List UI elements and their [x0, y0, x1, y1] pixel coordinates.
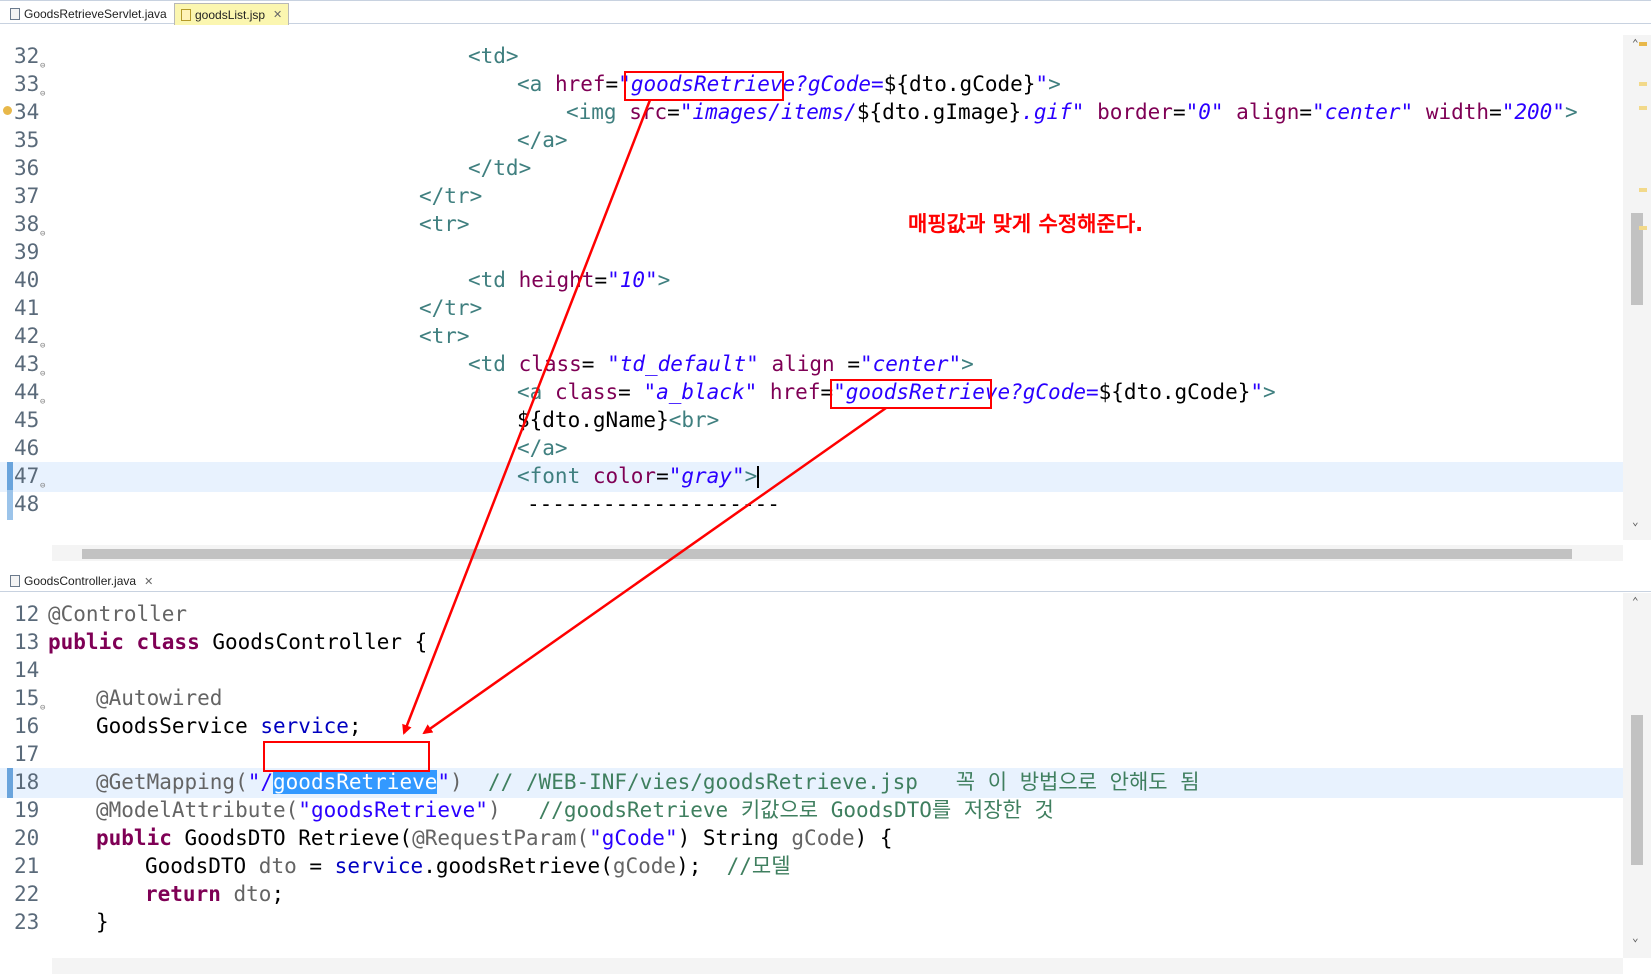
- arrow-overlay: [402, 99, 887, 735]
- arrow-href-44-to-mapping: [422, 406, 887, 735]
- arrow-href-33-to-mapping: [402, 99, 652, 735]
